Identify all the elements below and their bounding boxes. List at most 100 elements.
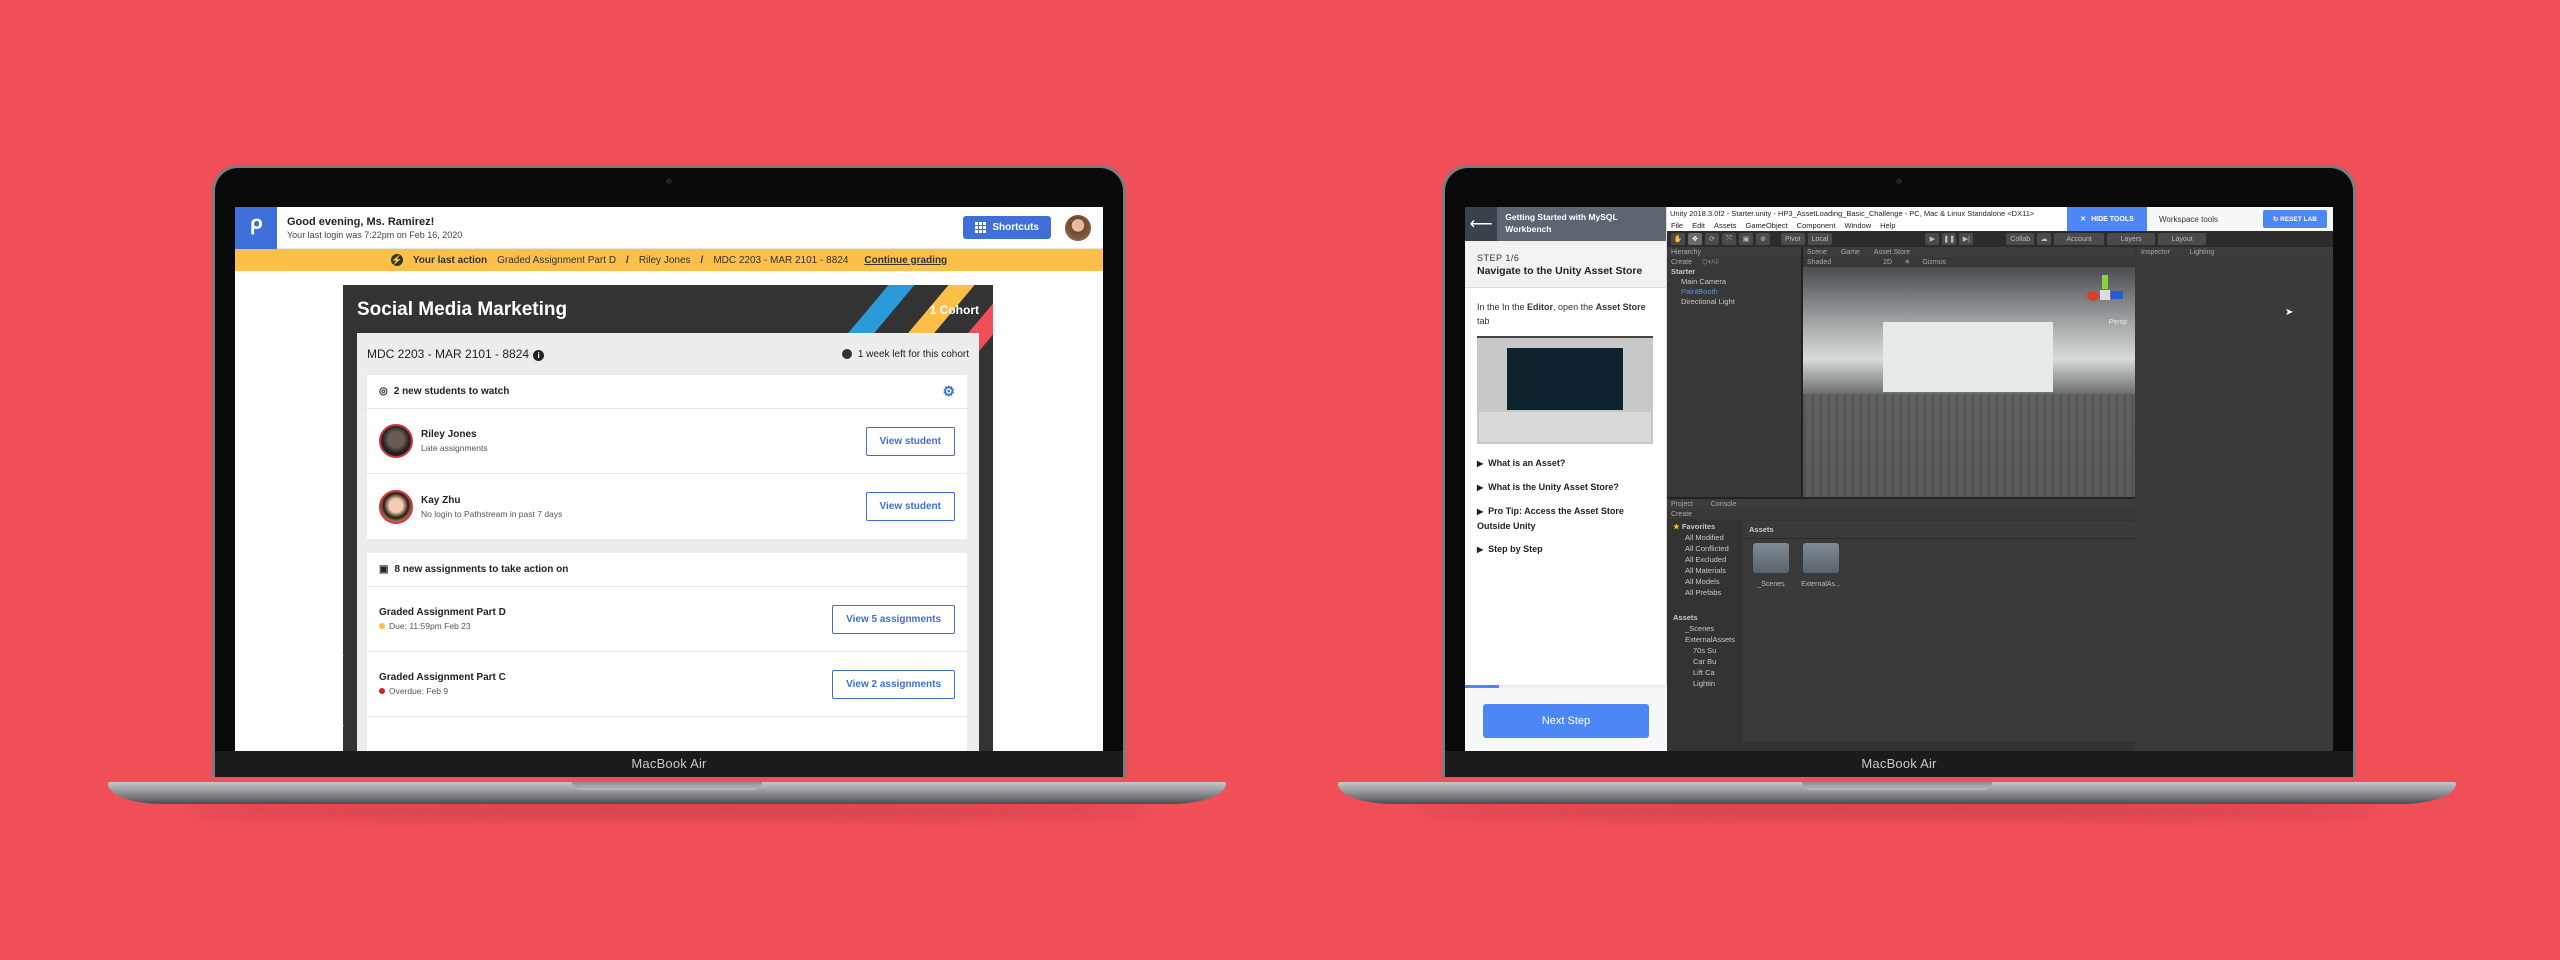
asset-tree-item[interactable]: ExternalAssets — [1667, 634, 1737, 645]
favorite-item[interactable]: All Conflicted — [1667, 543, 1737, 554]
project-tabs: Project Console — [1667, 499, 2135, 509]
asset-tree-item[interactable]: Lift Ca — [1667, 667, 1737, 678]
account-dropdown[interactable]: Account — [2054, 233, 2105, 245]
favorites-header[interactable]: ★ Favorites — [1667, 521, 1737, 532]
continue-grading-link[interactable]: Continue grading — [864, 255, 947, 266]
accordion-item[interactable]: ▶ What is an Asset? — [1477, 456, 1654, 471]
last-action-label: Your last action — [412, 254, 488, 266]
menu-help[interactable]: Help — [1880, 220, 1895, 231]
favorite-item[interactable]: All Prefabs — [1667, 587, 1737, 598]
hierarchy-tab[interactable]: Hierarchy — [1667, 247, 1801, 257]
user-avatar[interactable] — [1065, 214, 1091, 241]
project-create[interactable]: Create — [1667, 509, 2135, 519]
cohort-count: 1 Cohort — [929, 303, 979, 317]
tab-asset-store[interactable]: Asset Store — [1874, 249, 1910, 256]
hierarchy-item[interactable]: PaintBooth — [1667, 287, 1801, 297]
lighting-toggle-icon[interactable]: ☀ — [1904, 258, 1910, 266]
assignment-status: Overdue: Feb 9 — [379, 686, 506, 696]
instruction-screenshot[interactable] — [1477, 336, 1653, 444]
hierarchy-scene-root[interactable]: Starter — [1667, 267, 1801, 277]
view-student-button[interactable]: View student — [865, 426, 955, 456]
play-icon[interactable]: ▶ — [1925, 233, 1940, 245]
scene-viewport[interactable]: Persp — [1803, 267, 2135, 497]
student-row: Riley Jones Late assignments View studen… — [367, 409, 967, 474]
gizmos-dropdown[interactable]: Gizmos — [1922, 259, 1946, 266]
shortcuts-button[interactable]: Shortcuts — [963, 216, 1051, 239]
folder-icon[interactable] — [1803, 543, 1839, 573]
accordion-item[interactable]: ▶ Step by Step — [1477, 542, 1654, 557]
assignment-row: Graded Assignment Part C Overdue: Feb 9 … — [367, 652, 967, 717]
favorite-item[interactable]: All Materials — [1667, 565, 1737, 576]
pathstream-logo-icon[interactable]: ᑭ — [235, 207, 277, 249]
accordion-item[interactable]: ▶ Pro Tip: Access the Asset Store Outside… — [1477, 504, 1654, 533]
rect-tool-icon[interactable]: ▣ — [1739, 233, 1753, 245]
assignments-header: ▣ 8 new assignments to take action on — [367, 553, 967, 587]
layout-dropdown[interactable]: Layout — [2158, 233, 2207, 245]
cloud-icon[interactable]: ☁ — [2037, 233, 2052, 245]
menu-gameobject[interactable]: GameObject — [1746, 220, 1788, 231]
shading-dropdown[interactable]: Shaded — [1807, 259, 1831, 266]
hide-tools-button[interactable]: ✕ HIDE TOOLS — [2067, 207, 2147, 231]
hide-tools-label: HIDE TOOLS — [2091, 215, 2134, 223]
pause-icon[interactable]: ❚❚ — [1942, 233, 1957, 245]
assets-header[interactable]: Assets — [1667, 612, 1737, 623]
tab-lighting[interactable]: Lighting — [2190, 249, 2215, 256]
move-tool-icon[interactable]: ✥ — [1688, 233, 1702, 245]
favorite-item[interactable]: All Excluded — [1667, 554, 1737, 565]
triangle-right-icon: ▶ — [1477, 459, 1484, 468]
info-icon[interactable]: i — [533, 350, 545, 361]
accordion-label: What is the Unity Asset Store? — [1488, 482, 1619, 492]
student-name: Kay Zhu — [421, 494, 461, 506]
menu-assets[interactable]: Assets — [1714, 220, 1737, 231]
tab-inspector[interactable]: Inspector — [2141, 249, 2170, 256]
folder-icon[interactable] — [1753, 543, 1789, 573]
last-action-bar: ⚡ Your last action Graded Assignment Par… — [235, 249, 1103, 271]
collab-dropdown[interactable]: Collab — [2006, 233, 2035, 245]
menu-file[interactable]: File — [1671, 220, 1683, 231]
scale-tool-icon[interactable]: ⤧ — [1722, 233, 1736, 245]
tab-game[interactable]: Game — [1841, 249, 1860, 256]
reset-lab-button[interactable]: ↻ RESET LAB — [2262, 210, 2327, 228]
tab-project[interactable]: Project — [1671, 501, 1693, 508]
favorite-item[interactable]: All Models — [1667, 576, 1737, 587]
laptop-model-label: MacBook Air — [1861, 756, 1937, 771]
favorite-item[interactable]: All Modified — [1667, 532, 1737, 543]
step-title: Navigate to the Unity Asset Store — [1477, 265, 1643, 277]
asset-tree-item[interactable]: Lightin — [1667, 678, 1737, 689]
asset-tree-item[interactable]: 70s Su — [1667, 645, 1737, 656]
rotate-tool-icon[interactable]: ⟳ — [1705, 233, 1719, 245]
mouse-cursor-icon: ➤ — [2285, 307, 2294, 318]
tab-scene[interactable]: Scene — [1807, 249, 1827, 256]
menu-edit[interactable]: Edit — [1692, 220, 1705, 231]
back-arrow-icon[interactable]: ⟵ — [1465, 207, 1498, 241]
hand-tool-icon[interactable]: ✋ — [1671, 233, 1685, 245]
layers-dropdown[interactable]: Layers — [2107, 233, 2156, 245]
lab-footer: Next Step — [1465, 688, 1667, 751]
assets-breadcrumb[interactable]: Assets — [1743, 521, 2135, 539]
transform-tool-icon[interactable]: ⊕ — [1756, 233, 1770, 245]
laptop-model-label: MacBook Air — [631, 756, 707, 771]
gear-icon[interactable]: ⚙ — [942, 383, 955, 400]
laptop-lid: ᑭ Good evening, Ms. Ramirez! Your last l… — [212, 165, 1126, 777]
assignment-status: Due: 11:59pm Feb 23 — [379, 621, 506, 631]
pivot-toggle[interactable]: Pivot — [1781, 233, 1805, 245]
view-assignments-button[interactable]: View 5 assignments — [832, 604, 955, 634]
step-icon[interactable]: ▶| — [1959, 233, 1974, 245]
2d-toggle[interactable]: 2D — [1883, 259, 1892, 266]
view-student-button[interactable]: View student — [865, 492, 955, 521]
accordion-item[interactable]: ▶ What is the Unity Asset Store? — [1477, 480, 1654, 495]
instruction-bold: Asset Store — [1595, 302, 1646, 312]
local-toggle[interactable]: Local — [1807, 233, 1833, 245]
hierarchy-item[interactable]: Main Camera — [1667, 277, 1801, 287]
asset-tree-item[interactable]: Car Bu — [1667, 656, 1737, 667]
asset-tree-item[interactable]: _Scenes — [1667, 623, 1737, 634]
hierarchy-search[interactable]: Q▾All — [1702, 258, 1719, 266]
menu-component[interactable]: Component — [1797, 220, 1836, 231]
view-assignments-button[interactable]: View 2 assignments — [832, 669, 955, 699]
tab-console[interactable]: Console — [1711, 501, 1737, 508]
menu-window[interactable]: Window — [1844, 220, 1871, 231]
next-step-button[interactable]: Next Step — [1483, 704, 1649, 738]
hierarchy-item[interactable]: Directional Light — [1667, 297, 1801, 307]
scene-gizmo-icon[interactable] — [2085, 275, 2125, 315]
create-dropdown[interactable]: Create — [1671, 259, 1692, 266]
